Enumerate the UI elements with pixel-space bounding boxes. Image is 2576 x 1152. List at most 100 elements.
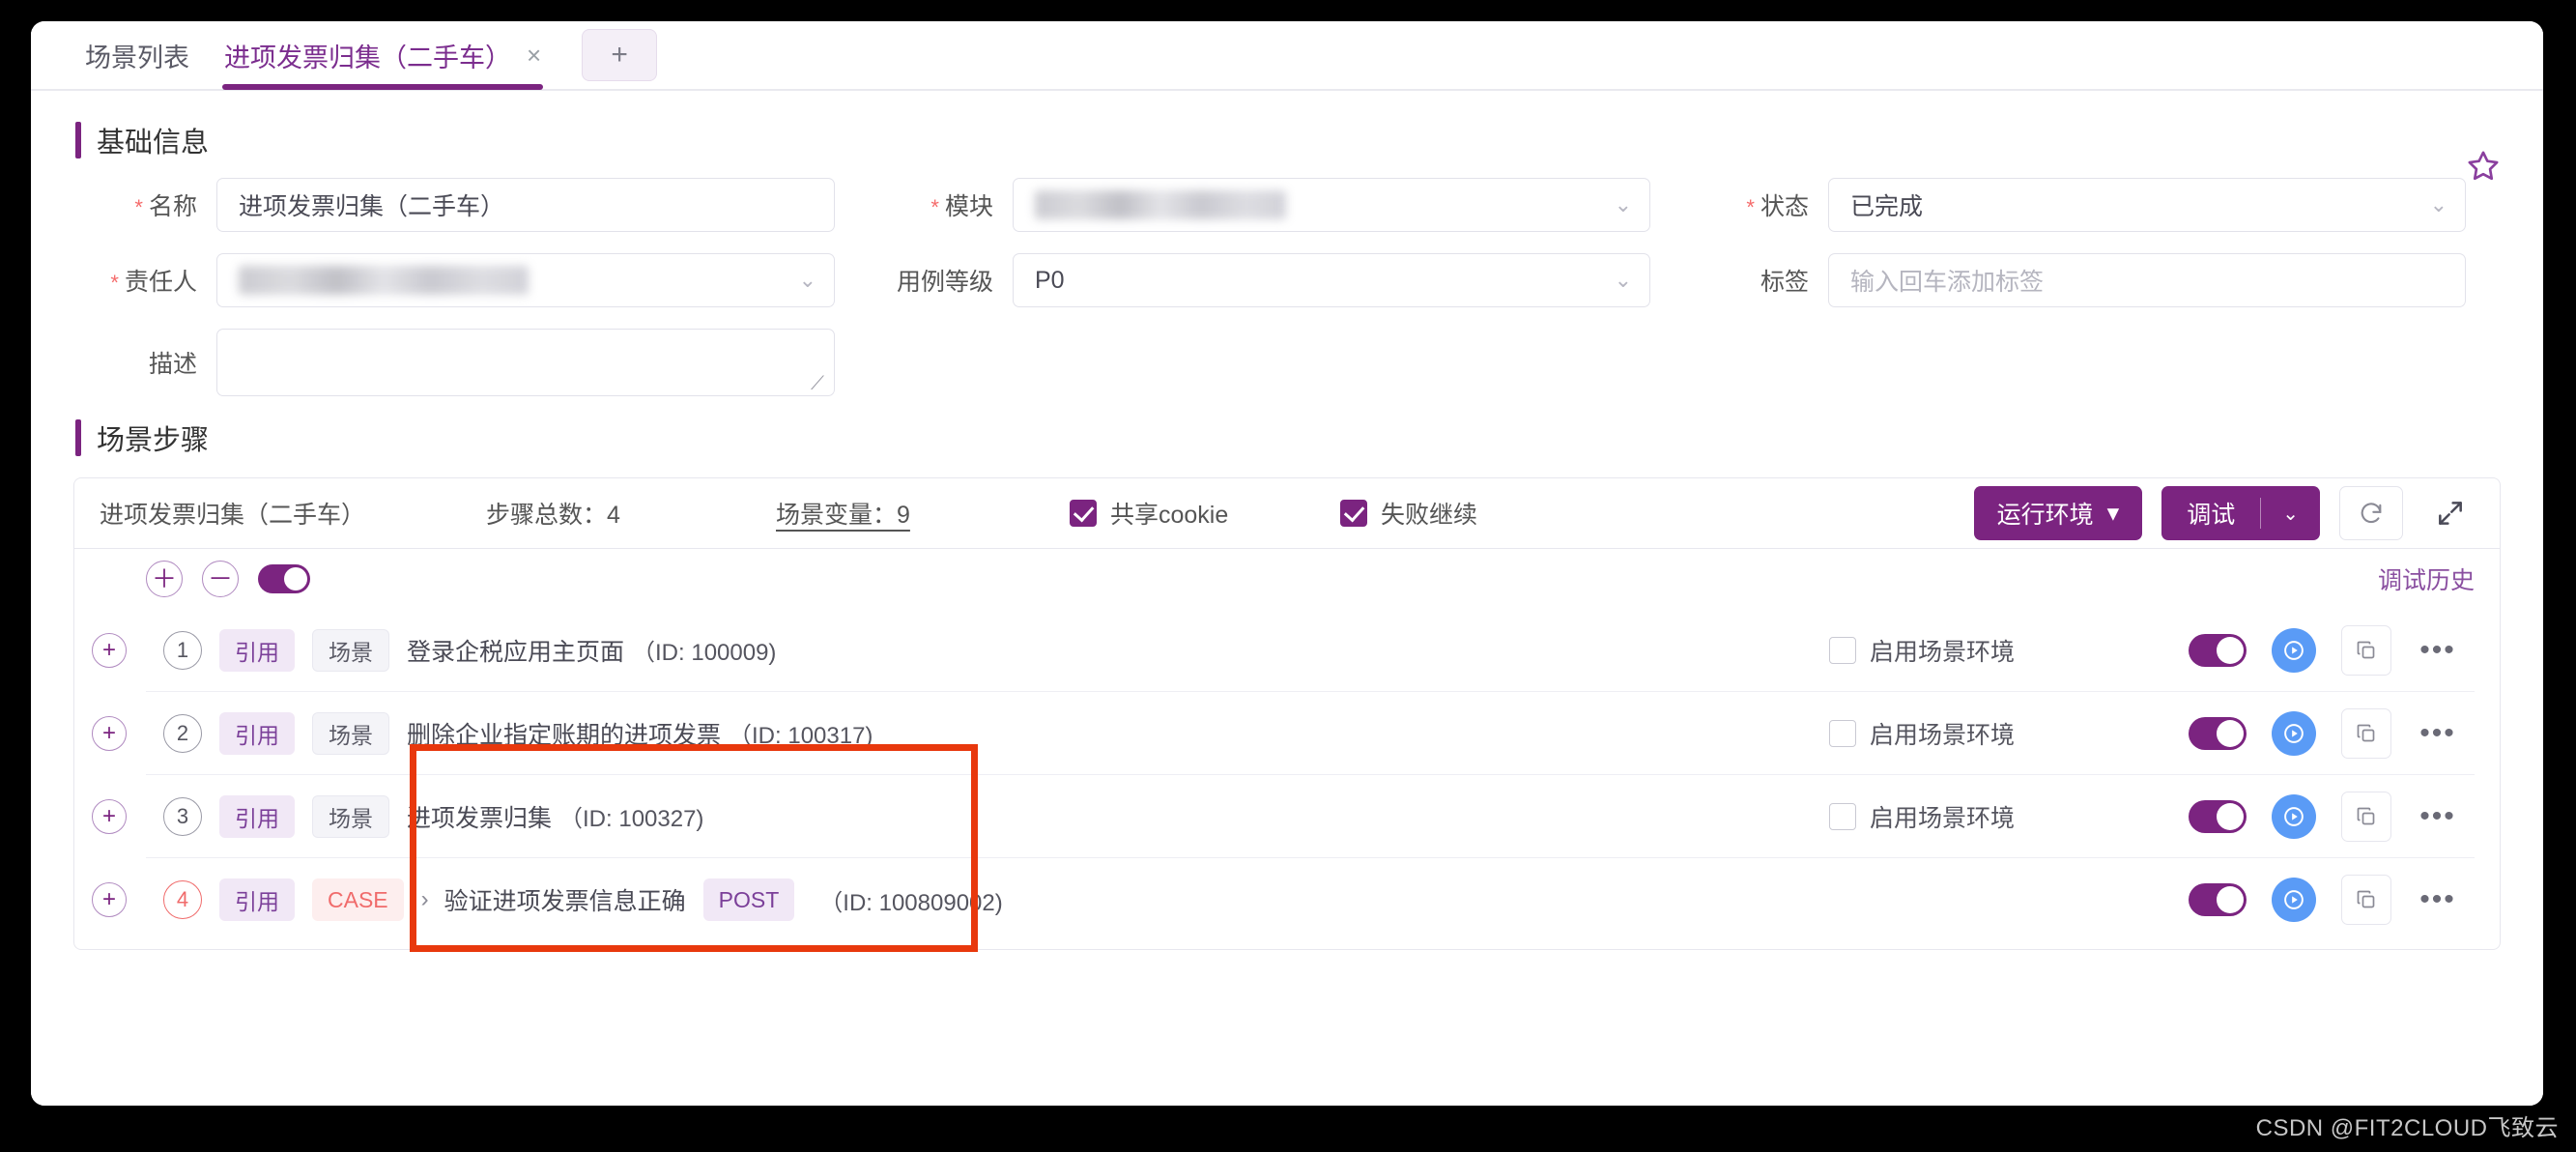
play-icon[interactable] xyxy=(2272,878,2316,922)
copy-icon[interactable] xyxy=(2341,875,2391,925)
step-number: 4 xyxy=(163,880,202,919)
step-id: （ID: 100809002) xyxy=(819,889,1003,916)
tag-input[interactable]: 输入回车添加标签 xyxy=(1828,253,2466,307)
refresh-icon[interactable] xyxy=(2339,486,2403,540)
app-window: 场景列表 进项发票归集（二手车） × + 基础信息 * 名称 进项发票归集（二手… xyxy=(31,21,2543,1106)
step-enable-toggle[interactable] xyxy=(2189,633,2247,667)
play-icon[interactable] xyxy=(2272,793,2316,839)
tab-scenario-list[interactable]: 场景列表 xyxy=(68,21,207,90)
step-id: （ID: 100009) xyxy=(632,640,777,666)
expand-icon[interactable] xyxy=(2426,489,2475,537)
more-actions-icon[interactable]: ••• xyxy=(2417,801,2459,830)
chevron-down-icon: ⌄ xyxy=(2429,192,2447,216)
toolbar-scenario-name: 进项发票归集（二手车） xyxy=(100,502,366,529)
enable-scenario-env-checkbox[interactable]: 启用场景环境 xyxy=(1828,716,2015,751)
step-name: 删除企业指定账期的进项发票 xyxy=(407,721,722,749)
more-actions-icon[interactable]: ••• xyxy=(2417,635,2459,664)
step-kind-badge: CASE xyxy=(312,878,404,921)
chevron-right-icon[interactable]: › xyxy=(421,886,429,913)
add-step-icon[interactable]: + xyxy=(92,882,127,917)
section-accent-bar xyxy=(75,122,81,158)
add-step-icon[interactable]: + xyxy=(92,798,127,834)
field-owner: 责任人 ⌄ xyxy=(73,253,835,307)
expand-all-icon[interactable]: ＋ xyxy=(146,561,183,597)
basic-info-form: 名称 进项发票归集（二手车） 模块 ⌄ xyxy=(31,160,2543,396)
enable-scenario-env-checkbox[interactable]: 启用场景环境 xyxy=(1828,633,2015,668)
name-input[interactable]: 进项发票归集（二手车） xyxy=(216,178,835,232)
add-tab-button[interactable]: + xyxy=(582,29,658,81)
copy-icon[interactable] xyxy=(2341,707,2391,759)
run-environment-button[interactable]: 运行环境 ▾ xyxy=(1973,486,2143,540)
chevron-down-icon: ⌄ xyxy=(798,268,816,292)
table-row[interactable]: + 3 引用 场景 进项发票归集 （ID: 100327) 启用场景环境 ••• xyxy=(92,775,2475,858)
scenario-detail-panel: 基础信息 名称 进项发票归集（二手车） 模块 xyxy=(31,120,2543,1106)
step-type-badge: 引用 xyxy=(219,878,295,921)
case-level-select[interactable]: P0 ⌄ xyxy=(1013,253,1650,307)
collapse-all-icon[interactable]: － xyxy=(202,561,239,597)
share-cookie-checkbox[interactable]: 共享cookie xyxy=(1070,496,1340,531)
steps-master-toggle[interactable] xyxy=(258,564,310,593)
play-icon[interactable] xyxy=(2272,627,2316,673)
copy-icon[interactable] xyxy=(2341,624,2391,676)
more-actions-icon[interactable]: ••• xyxy=(2417,718,2459,747)
star-outline-icon[interactable] xyxy=(2464,147,2503,190)
tab-bar: 场景列表 进项发票归集（二手车） × + xyxy=(31,21,2543,91)
step-name: 验证进项发票信息正确 xyxy=(444,888,686,915)
step-enable-toggle[interactable] xyxy=(2189,716,2247,750)
copy-icon[interactable] xyxy=(2341,791,2391,842)
enable-scenario-env-label: 启用场景环境 xyxy=(1869,721,2015,749)
step-number: 2 xyxy=(163,713,202,753)
chevron-down-icon: ⌄ xyxy=(1614,192,1632,216)
debug-split-button[interactable]: 调试 ⌄ xyxy=(2161,486,2320,540)
chevron-down-icon: ⌄ xyxy=(2282,503,2299,525)
step-kind-badge: 场景 xyxy=(312,711,389,755)
play-icon[interactable] xyxy=(2272,710,2316,756)
checkbox-box xyxy=(1340,500,1367,527)
owner-select[interactable]: ⌄ xyxy=(216,253,835,307)
share-cookie-label: 共享cookie xyxy=(1110,502,1229,529)
field-case-level: 用例等级 P0 ⌄ xyxy=(870,253,1650,307)
debug-history-link[interactable]: 调试历史 xyxy=(2378,562,2475,596)
tab-close-icon[interactable]: × xyxy=(527,43,541,68)
table-row[interactable]: + 4 引用 CASE › 验证进项发票信息正确 POST （ID: 10080… xyxy=(92,858,2475,941)
add-step-icon[interactable]: + xyxy=(92,632,127,668)
table-row[interactable]: + 1 引用 场景 登录企税应用主页面 （ID: 100009) 启用场景环境 xyxy=(92,609,2475,692)
more-actions-icon[interactable]: ••• xyxy=(2417,885,2459,914)
toolbar-scenario-vars[interactable]: 场景变量：9 xyxy=(776,496,1046,531)
row-actions: 启用场景环境 ••• xyxy=(1828,707,2459,759)
checkbox-box xyxy=(1070,500,1097,527)
continue-on-fail-checkbox[interactable]: 失败继续 xyxy=(1340,496,1630,531)
resize-handle-icon[interactable]: ⟋ xyxy=(811,374,828,393)
continue-on-fail-label: 失败继续 xyxy=(1381,502,1478,529)
row-actions: 启用场景环境 ••• xyxy=(1828,791,2459,842)
step-name: 进项发票归集 xyxy=(407,804,553,832)
tag-input-placeholder: 输入回车添加标签 xyxy=(1850,269,2045,296)
enable-scenario-env-checkbox[interactable]: 启用场景环境 xyxy=(1828,799,2015,834)
chevron-down-icon: ⌄ xyxy=(1614,268,1632,292)
enable-scenario-env-label: 启用场景环境 xyxy=(1869,638,2015,666)
add-step-icon[interactable]: + xyxy=(92,715,127,751)
tab-scenario-detail[interactable]: 进项发票归集（二手车） × xyxy=(207,21,558,90)
module-select[interactable]: ⌄ xyxy=(1013,178,1650,232)
step-kind-badge: 场景 xyxy=(312,628,389,672)
field-module: 模块 ⌄ xyxy=(870,178,1650,232)
description-textarea[interactable]: ⟋ xyxy=(216,329,835,396)
table-row[interactable]: + 2 引用 场景 删除企业指定账期的进项发票 （ID: 100317) 启用场… xyxy=(92,692,2475,775)
step-kind-badge: 场景 xyxy=(312,794,389,838)
step-enable-toggle[interactable] xyxy=(2189,883,2247,916)
field-label-case-level: 用例等级 xyxy=(896,269,993,296)
checkbox-box xyxy=(1828,802,1856,830)
steps-control-row: ＋ － 调试历史 xyxy=(73,549,2501,609)
steps-container: 进项发票归集（二手车） 步骤总数：4 场景变量：9 共享cookie 失败继续 xyxy=(31,477,2543,950)
field-label-owner: 责任人 xyxy=(73,263,216,298)
step-number: 3 xyxy=(163,796,202,836)
status-select[interactable]: 已完成 ⌄ xyxy=(1828,178,2466,232)
watermark: CSDN @FIT2CLOUD飞致云 xyxy=(2255,1115,2559,1141)
form-row-2: 责任人 ⌄ 用例等级 P0 ⌄ xyxy=(73,253,2501,307)
section-title: 场景步骤 xyxy=(97,425,210,456)
form-row-3: 描述 ⟋ xyxy=(73,329,2501,396)
screenshot-root: 场景列表 进项发票归集（二手车） × + 基础信息 * 名称 进项发票归集（二手… xyxy=(0,0,2576,1152)
step-enable-toggle[interactable] xyxy=(2189,799,2247,833)
tab-label: 进项发票归集（二手车） xyxy=(224,43,511,72)
field-name: 名称 进项发票归集（二手车） xyxy=(73,178,835,232)
